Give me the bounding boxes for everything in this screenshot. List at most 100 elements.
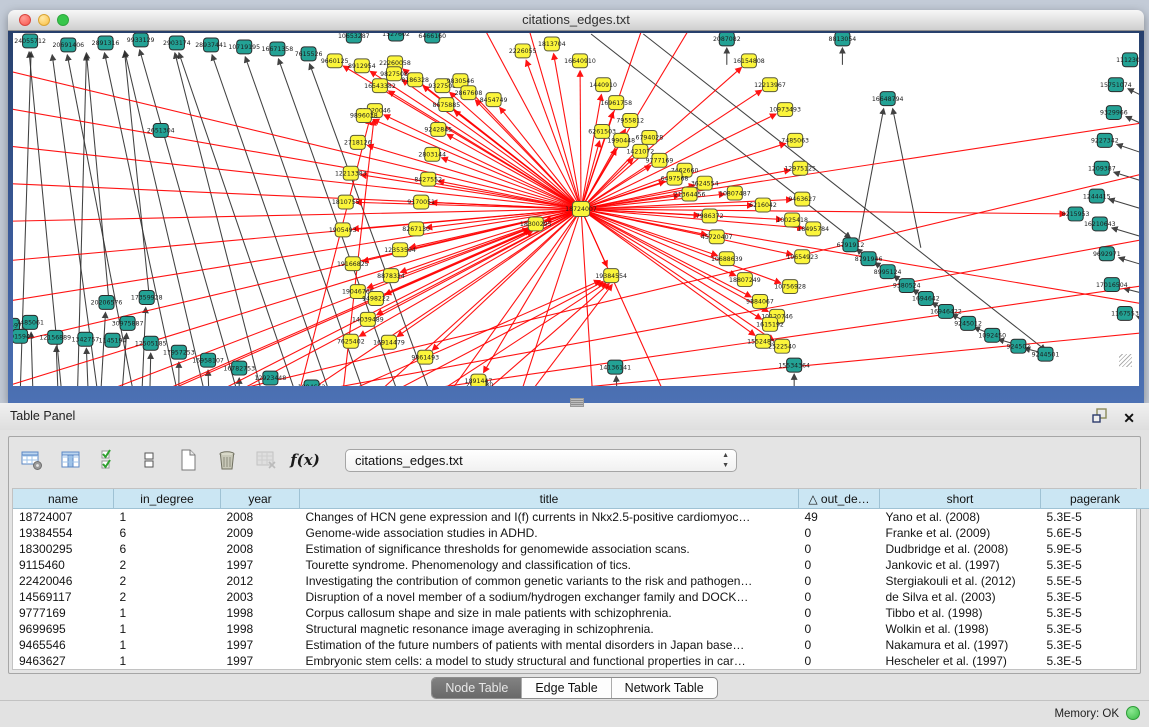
graph-node[interactable]: 14136141 — [599, 360, 631, 374]
table-cell[interactable]: Corpus callosum shape and size in male p… — [300, 605, 799, 621]
graph-node[interactable]: 9329966 — [1100, 106, 1128, 120]
table-cell[interactable]: 5.3E-5 — [1041, 509, 1149, 526]
graph-edge[interactable] — [859, 109, 884, 242]
graph-edge[interactable] — [580, 71, 581, 209]
graph-node[interactable]: 2087082 — [713, 33, 741, 46]
graph-edge[interactable] — [1128, 89, 1139, 101]
graph-node[interactable]: 12213383 — [335, 166, 367, 180]
table-cell[interactable]: 6 — [114, 525, 221, 541]
graph-node[interactable]: 10807487 — [719, 186, 751, 200]
table-cell[interactable]: 0 — [799, 573, 880, 589]
table-cell[interactable]: 9777169 — [13, 605, 114, 621]
table-settings-icon[interactable] — [17, 445, 47, 475]
graph-node[interactable]: 1342757 — [72, 332, 100, 346]
table-cell[interactable]: Hescheler et al. (1997) — [880, 653, 1041, 669]
table-cell[interactable]: 19384554 — [13, 525, 114, 541]
graph-edge[interactable] — [181, 170, 1139, 386]
tab-network-table[interactable]: Network Table — [611, 678, 717, 698]
graph-edge[interactable] — [1119, 258, 1139, 268]
graph-node[interactable]: 8995124 — [874, 265, 902, 279]
graph-node[interactable]: 8813054 — [829, 33, 857, 46]
table-cell[interactable]: 6 — [114, 541, 221, 557]
graph-node[interactable]: 10719195 — [228, 40, 260, 54]
table-cell[interactable]: 1997 — [221, 653, 300, 669]
graph-edge[interactable] — [484, 209, 581, 372]
graph-node[interactable]: 7615526 — [295, 47, 323, 61]
table-cell[interactable]: 2 — [114, 573, 221, 589]
graph-edge[interactable] — [518, 209, 581, 386]
graph-edge[interactable] — [554, 54, 581, 209]
graph-node[interactable]: 45720407 — [701, 230, 733, 244]
table-cell[interactable]: Tourette syndrome. Phenomenology and cla… — [300, 557, 799, 573]
tab-node-table[interactable]: Node Table — [432, 678, 521, 698]
column-header[interactable]: name — [13, 489, 114, 509]
table-row[interactable]: 911546021997Tourette syndrome. Phenomeno… — [13, 557, 1149, 573]
graph-node[interactable]: 7955812 — [616, 114, 644, 128]
graph-node[interactable]: 9245012 — [954, 316, 982, 330]
table-cell[interactable]: Stergiakouli et al. (2012) — [880, 573, 1041, 589]
table-row[interactable]: 946554611997Estimation of the future num… — [13, 637, 1149, 653]
graph-node[interactable]: 16961758 — [600, 96, 632, 110]
graph-node[interactable]: 15751074 — [1100, 78, 1132, 92]
table-cell[interactable]: 1 — [114, 637, 221, 653]
graph-edge[interactable] — [1109, 199, 1139, 212]
table-cell[interactable]: 1998 — [221, 605, 300, 621]
graph-node[interactable]: 8675885 — [432, 98, 460, 112]
graph-node[interactable]: 24055712 — [14, 34, 46, 48]
graph-node[interactable]: 19384554 — [595, 269, 627, 283]
table-cell[interactable]: 1 — [114, 605, 221, 621]
table-cell[interactable]: 5.3E-5 — [1041, 557, 1149, 573]
graph-edge[interactable] — [332, 284, 1139, 386]
graph-node[interactable]: 15534364 — [778, 358, 810, 372]
table-row[interactable]: 946362711997Embryonic stem cells: a mode… — [13, 653, 1149, 669]
table-cell[interactable]: 5.9E-5 — [1041, 541, 1149, 557]
table-cell[interactable]: 0 — [799, 637, 880, 653]
graph-node[interactable]: 20206576 — [91, 296, 123, 310]
graph-node[interactable]: 16154808 — [733, 54, 765, 68]
table-cell[interactable]: 18724007 — [13, 509, 114, 526]
graph-node[interactable]: 9660125 — [321, 54, 349, 68]
table-cell[interactable]: 49 — [799, 509, 880, 526]
canvas-resize-grip[interactable] — [1119, 354, 1132, 367]
table-cell[interactable]: 14569117 — [13, 589, 114, 605]
graph-edge[interactable] — [893, 109, 921, 248]
graph-edge[interactable] — [125, 52, 149, 292]
graph-node[interactable]: 1421072 — [626, 144, 654, 158]
table-cell[interactable]: 2008 — [221, 509, 300, 526]
table-cell[interactable]: 18300295 — [13, 541, 114, 557]
rows-icon[interactable] — [134, 445, 164, 475]
tab-edge-table[interactable]: Edge Table — [521, 678, 610, 698]
graph-node[interactable]: 9933129 — [127, 33, 155, 47]
graph-node[interactable]: 2718126 — [344, 135, 372, 149]
graph-node[interactable]: 9463627 — [788, 192, 816, 206]
network-window-titlebar[interactable]: citations_edges.txt — [8, 10, 1144, 31]
graph-node[interactable]: 17016504 — [1096, 278, 1128, 292]
table-cell[interactable]: de Silva et al. (2003) — [880, 589, 1041, 605]
graph-node[interactable]: 1527602 — [382, 33, 410, 41]
column-header[interactable]: △ out_de… — [799, 489, 880, 509]
table-cell[interactable]: 9699695 — [13, 621, 114, 637]
graph-node[interactable]: 6466160 — [418, 33, 446, 43]
table-row[interactable]: 2242004622012Investigating the contribut… — [13, 573, 1149, 589]
graph-edge[interactable] — [1124, 289, 1139, 296]
column-header[interactable]: title — [300, 489, 799, 509]
network-graph[interactable]: 2405571220691406289131699331292903174289… — [13, 33, 1139, 386]
graph-edge[interactable] — [216, 209, 581, 386]
table-cell[interactable]: 1 — [114, 509, 221, 526]
graph-node[interactable]: 1440910 — [589, 78, 617, 92]
graph-edge[interactable] — [373, 120, 581, 210]
graph-node[interactable]: 8215953 — [1062, 207, 1090, 221]
table-cell[interactable]: Genome-wide association studies in ADHD. — [300, 525, 799, 541]
graph-node[interactable]: 28937441 — [195, 38, 227, 52]
delete-attribute-icon[interactable] — [212, 445, 242, 475]
close-panel-icon[interactable]: ✕ — [1123, 411, 1135, 425]
graph-node[interactable]: 1810755 — [332, 195, 360, 209]
graph-edge[interactable] — [150, 353, 151, 386]
graph-node[interactable]: 1905493 — [329, 223, 357, 237]
table-cell[interactable]: 2009 — [221, 525, 300, 541]
graph-node[interactable]: 6794028 — [636, 130, 664, 144]
table-cell[interactable]: Structural magnetic resonance image aver… — [300, 621, 799, 637]
table-cell[interactable]: 1 — [114, 653, 221, 669]
table-cell[interactable]: 2008 — [221, 541, 300, 557]
column-header[interactable]: year — [221, 489, 300, 509]
